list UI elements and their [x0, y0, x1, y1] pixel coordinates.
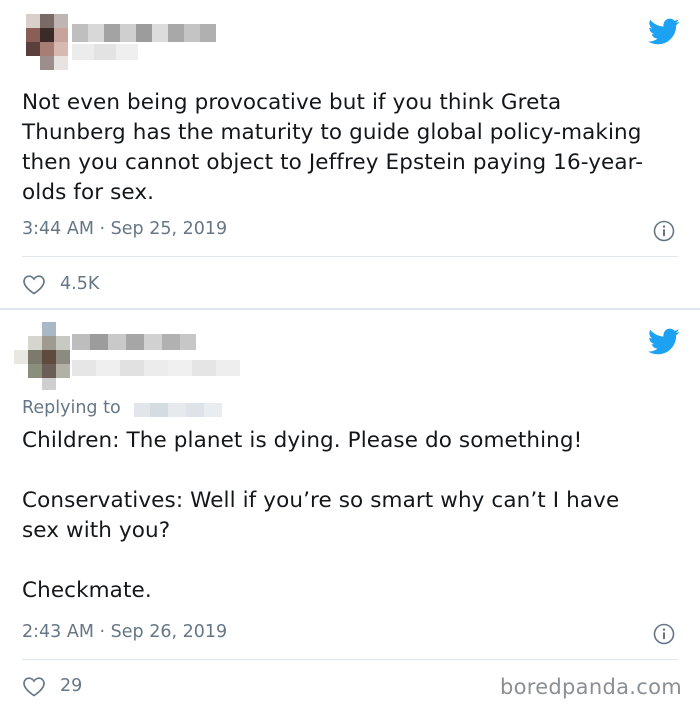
- tweet-date: Sep 25, 2019: [110, 219, 228, 239]
- username-censored: [72, 334, 262, 378]
- tweet-card: Replying to Children: The planet is dyin…: [0, 310, 700, 713]
- tweet-timestamp[interactable]: 2:43 AM · Sep 26, 2019: [22, 622, 227, 642]
- avatar-censored: [14, 322, 72, 390]
- replying-to-label: Replying to: [22, 398, 121, 418]
- heart-icon: [23, 677, 45, 697]
- meta-separator: ·: [99, 219, 106, 239]
- meta-separator: ·: [99, 622, 106, 642]
- tweet-time: 2:43 AM: [22, 622, 94, 642]
- info-icon[interactable]: [653, 623, 675, 645]
- tweet-line: Children: The planet is dying. Please do…: [22, 428, 583, 453]
- tweet-timestamp[interactable]: 3:44 AM · Sep 25, 2019: [22, 219, 227, 239]
- like-button[interactable]: 4.5K: [22, 272, 99, 296]
- replying-to-handle-censored[interactable]: [134, 401, 224, 419]
- tweet-line: Conservatives: Well if you’re so smart w…: [22, 488, 620, 543]
- tweet-line: Checkmate.: [22, 578, 152, 603]
- like-button[interactable]: 29: [22, 674, 82, 698]
- tweet-divider: [22, 659, 678, 660]
- boredpanda-watermark: boredpanda.com: [499, 675, 682, 699]
- avatar-censored: [26, 14, 70, 80]
- twitter-bird-icon: [648, 18, 680, 46]
- like-count: 4.5K: [60, 274, 100, 294]
- tweet-divider: [22, 256, 678, 257]
- username-censored: [72, 24, 232, 68]
- tweet-text: Not even being provocative but if you th…: [22, 90, 644, 205]
- tweet-time: 3:44 AM: [22, 219, 94, 239]
- tweet-text: Children: The planet is dying. Please do…: [22, 426, 662, 606]
- info-icon[interactable]: [653, 220, 675, 242]
- tweet-card: Not even being provocative but if you th…: [0, 0, 700, 308]
- like-count: 29: [60, 676, 83, 696]
- heart-icon: [23, 275, 45, 295]
- twitter-bird-icon: [648, 328, 680, 356]
- tweet-date: Sep 26, 2019: [110, 622, 228, 642]
